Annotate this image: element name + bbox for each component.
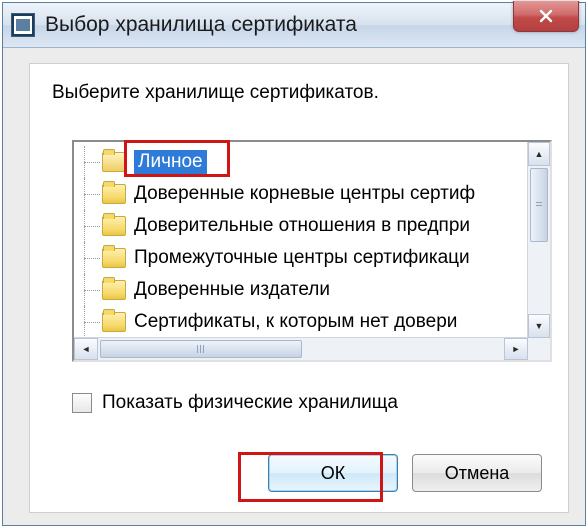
show-physical-checkbox[interactable] — [72, 393, 92, 413]
tree-item-label: Доверенные издатели — [134, 279, 330, 301]
window-title: Выбор хранилища сертификата — [45, 13, 357, 37]
scroll-thumb-vertical[interactable] — [530, 168, 548, 242]
cancel-button-label: Отмена — [445, 463, 510, 484]
window-controls — [513, 1, 579, 32]
tree-item-label: Личное — [134, 150, 207, 174]
scroll-left-button[interactable]: ◄ — [74, 338, 98, 360]
dialog-window: Выбор хранилища сертификата Выберите хра… — [2, 2, 586, 526]
scroll-down-button[interactable]: ▼ — [528, 314, 550, 338]
instruction-text: Выберите хранилище сертификатов. — [52, 82, 379, 104]
tree-item-enterprise-trust[interactable]: Доверительные отношения в предпри — [74, 210, 528, 242]
tree-viewport: Личное Доверенные корневые центры сертиф… — [74, 142, 528, 342]
tree-item-trusted-root[interactable]: Доверенные корневые центры сертиф — [74, 178, 528, 210]
scroll-up-button[interactable]: ▲ — [528, 142, 550, 166]
ok-button[interactable]: ОК — [268, 454, 398, 492]
scroll-right-button[interactable]: ► — [504, 338, 528, 360]
scroll-thumb-horizontal[interactable] — [100, 340, 302, 358]
close-button[interactable] — [513, 1, 579, 32]
folder-icon — [102, 280, 126, 300]
tree-item-label: Доверенные корневые центры сертиф — [134, 183, 475, 205]
horizontal-scrollbar[interactable]: ◄ ► — [74, 337, 528, 360]
title-bar[interactable]: Выбор хранилища сертификата — [3, 3, 585, 48]
tree-item-trusted-publishers[interactable]: Доверенные издатели — [74, 274, 528, 306]
tree-item-label: Сертификаты, к которым нет довери — [134, 311, 457, 333]
tree-item-label: Промежуточные центры сертификаци — [134, 247, 470, 269]
folder-icon — [102, 248, 126, 268]
dialog-body: Выберите хранилище сертификатов. Личное … — [29, 63, 569, 513]
folder-icon — [102, 184, 126, 204]
cert-store-tree[interactable]: Личное Доверенные корневые центры сертиф… — [72, 140, 552, 362]
folder-icon — [102, 216, 126, 236]
tree-item-label: Доверительные отношения в предпри — [134, 215, 470, 237]
stage: Выбор хранилища сертификата Выберите хра… — [0, 0, 588, 528]
cancel-button[interactable]: Отмена — [412, 454, 542, 492]
scroll-track-vertical[interactable] — [528, 244, 550, 314]
show-physical-label: Показать физические хранилища — [102, 392, 398, 414]
show-physical-row[interactable]: Показать физические хранилища — [72, 392, 398, 414]
app-icon — [11, 13, 35, 37]
tree-item-intermediate-ca[interactable]: Промежуточные центры сертификаци — [74, 242, 528, 274]
scroll-corner — [528, 338, 550, 360]
tree-item-personal[interactable]: Личное — [74, 146, 528, 178]
scroll-track-horizontal[interactable] — [98, 338, 504, 360]
close-icon — [538, 8, 554, 24]
folder-icon — [102, 312, 126, 332]
dialog-buttons: ОК Отмена — [268, 454, 542, 492]
tree-item-untrusted-certs[interactable]: Сертификаты, к которым нет довери — [74, 306, 528, 338]
folder-icon — [102, 152, 126, 172]
ok-button-label: ОК — [321, 463, 346, 484]
vertical-scrollbar[interactable]: ▲ ▼ — [527, 142, 550, 338]
